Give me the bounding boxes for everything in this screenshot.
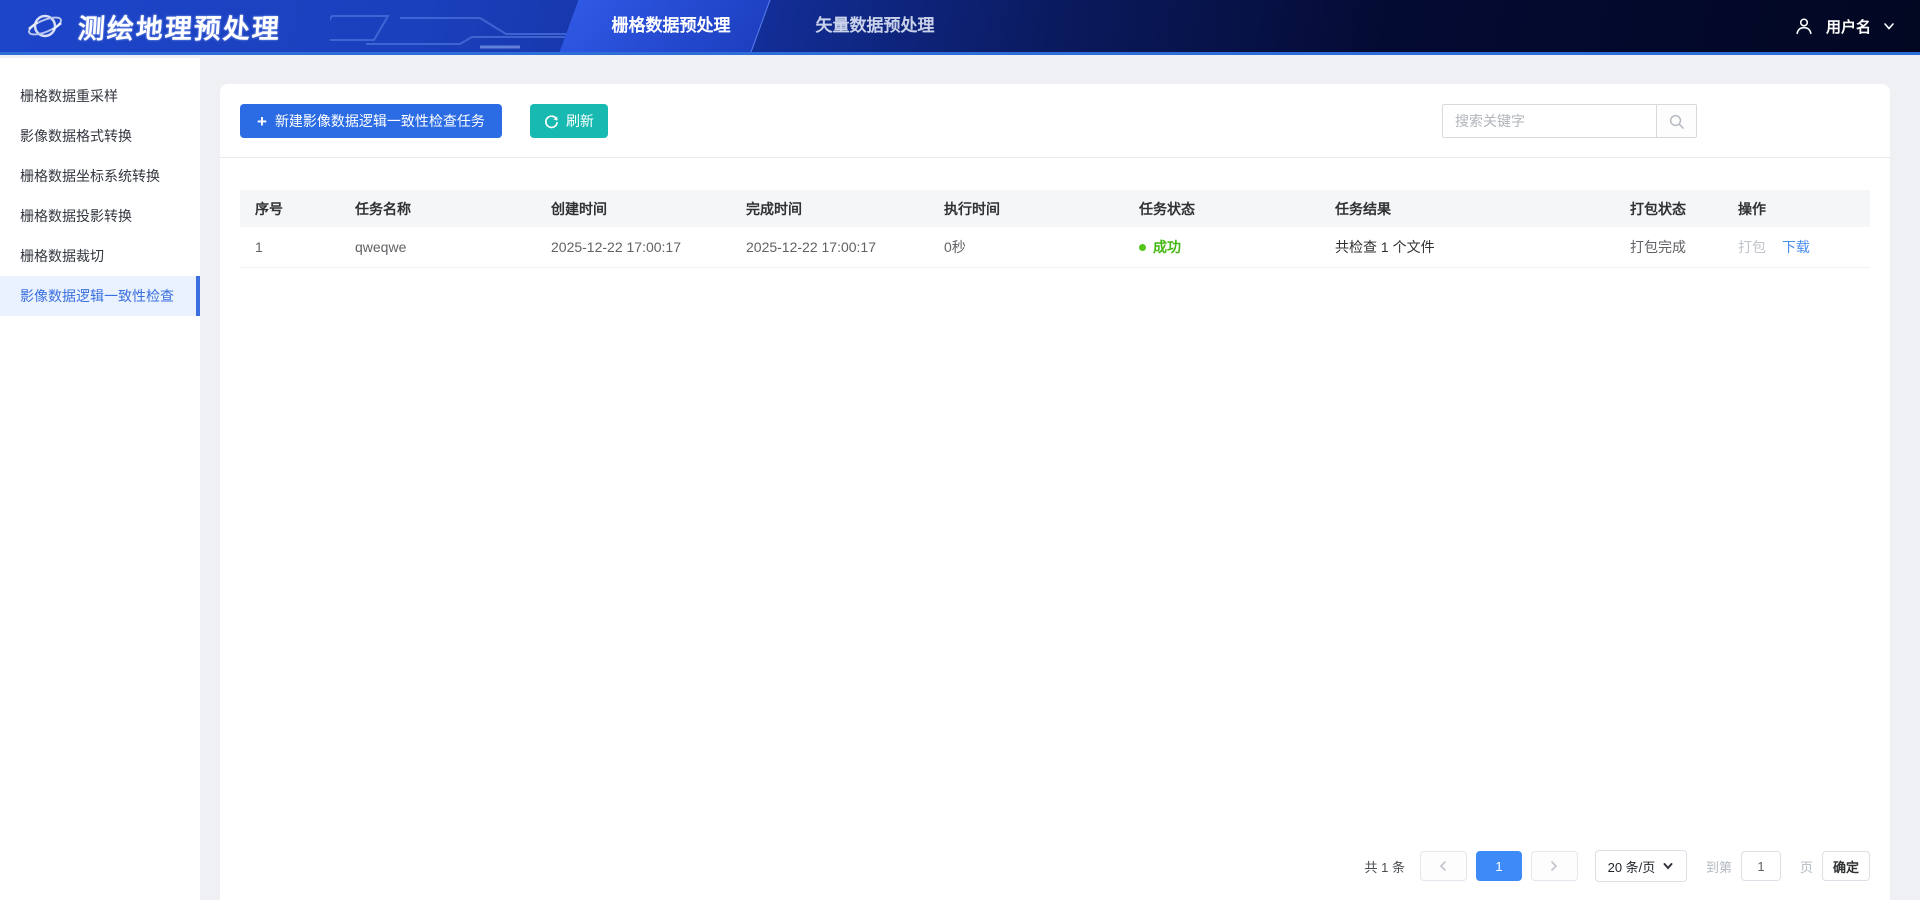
cell-actions: 打包 下载	[1723, 237, 1870, 257]
search-icon	[1668, 113, 1685, 130]
logo-icon	[26, 7, 64, 45]
chevron-right-icon	[1548, 860, 1560, 872]
col-status: 任务状态	[1124, 199, 1320, 219]
refresh-button[interactable]: 刷新	[530, 104, 608, 138]
chevron-left-icon	[1437, 860, 1449, 872]
sidebar-item-image-format-convert[interactable]: 影像数据格式转换	[0, 116, 200, 156]
goto-page-input[interactable]	[1741, 851, 1781, 881]
tab-label: 矢量数据预处理	[785, 0, 965, 52]
page-size-select[interactable]: 20 条/页	[1595, 850, 1687, 882]
download-link[interactable]: 下载	[1782, 239, 1810, 255]
col-result: 任务结果	[1320, 199, 1615, 219]
search-input[interactable]	[1443, 105, 1656, 137]
new-task-label: 新建影像数据逻辑一致性检查任务	[275, 111, 485, 131]
new-task-button[interactable]: + 新建影像数据逻辑一致性检查任务	[240, 104, 502, 138]
confirm-button[interactable]: 确定	[1822, 851, 1870, 881]
col-finished-at: 完成时间	[731, 199, 929, 219]
col-task-name: 任务名称	[340, 199, 536, 219]
user-menu[interactable]: 用户名	[1793, 0, 1896, 52]
top-tabs: 栅格数据预处理 矢量数据预处理	[575, 0, 965, 52]
page-title: 测绘地理预处理	[77, 7, 283, 46]
sidebar-item-raster-resample[interactable]: 栅格数据重采样	[0, 76, 200, 116]
status-dot	[1139, 244, 1146, 251]
user-name: 用户名	[1826, 16, 1871, 37]
refresh-icon	[544, 114, 559, 129]
cell-duration: 0秒	[929, 237, 1124, 257]
refresh-label: 刷新	[566, 111, 594, 131]
page-size-value: 20 条/页	[1608, 857, 1656, 876]
sidebar-item-raster-coordsys-convert[interactable]: 栅格数据坐标系统转换	[0, 156, 200, 196]
sidebar-item-raster-projection-convert[interactable]: 栅格数据投影转换	[0, 196, 200, 236]
app-header: 测绘地理预处理 栅格数据预处理 矢量数据预处理 用户名	[0, 0, 1920, 55]
content-card: + 新建影像数据逻辑一致性检查任务 刷新 序号	[220, 84, 1890, 900]
pagination: 共 1 条 1 20 条/页 到第 页 确定	[1364, 850, 1870, 882]
col-package-status: 打包状态	[1615, 199, 1723, 219]
cell-created-at: 2025-12-22 17:00:17	[536, 239, 731, 255]
plus-icon: +	[257, 113, 267, 130]
status-text: 成功	[1153, 237, 1181, 257]
chevron-down-icon	[1882, 19, 1896, 33]
task-table: 序号 任务名称 创建时间 完成时间 执行时间 任务状态 任务结果 打包状态 操作…	[240, 190, 1870, 268]
page-number-1[interactable]: 1	[1476, 851, 1522, 881]
cell-status: 成功	[1124, 237, 1320, 257]
goto-suffix-label: 页	[1800, 857, 1813, 876]
cell-task-name: qweqwe	[340, 239, 536, 255]
sidebar-item-logic-consistency-check[interactable]: 影像数据逻辑一致性检查	[0, 276, 200, 316]
col-created-at: 创建时间	[536, 199, 731, 219]
toolbar: + 新建影像数据逻辑一致性检查任务 刷新	[220, 84, 1890, 158]
table-header-row: 序号 任务名称 创建时间 完成时间 执行时间 任务状态 任务结果 打包状态 操作	[240, 190, 1870, 227]
package-action[interactable]: 打包	[1738, 239, 1766, 255]
tab-raster-preprocess[interactable]: 栅格数据预处理	[575, 0, 767, 52]
col-index: 序号	[240, 199, 340, 219]
sidebar: 栅格数据重采样 影像数据格式转换 栅格数据坐标系统转换 栅格数据投影转换 栅格数…	[0, 58, 200, 900]
tab-label: 栅格数据预处理	[575, 0, 767, 52]
cell-package-status: 打包完成	[1615, 237, 1723, 257]
sidebar-item-raster-clip[interactable]: 栅格数据裁切	[0, 236, 200, 276]
next-page-button[interactable]	[1531, 851, 1578, 881]
table-row: 1 qweqwe 2025-12-22 17:00:17 2025-12-22 …	[240, 227, 1870, 268]
total-count: 共 1 条	[1364, 857, 1404, 876]
prev-page-button[interactable]	[1420, 851, 1467, 881]
brand: 测绘地理预处理	[26, 0, 281, 52]
col-actions: 操作	[1723, 199, 1870, 219]
chevron-down-icon	[1662, 860, 1674, 872]
tab-vector-preprocess[interactable]: 矢量数据预处理	[785, 0, 965, 52]
cell-index: 1	[240, 239, 340, 255]
search-box	[1442, 104, 1697, 138]
user-icon	[1793, 15, 1815, 37]
cell-result: 共检查 1 个文件	[1320, 237, 1615, 257]
goto-prefix-label: 到第	[1706, 857, 1732, 876]
col-duration: 执行时间	[929, 199, 1124, 219]
search-button[interactable]	[1656, 105, 1696, 137]
cell-finished-at: 2025-12-22 17:00:17	[731, 239, 929, 255]
